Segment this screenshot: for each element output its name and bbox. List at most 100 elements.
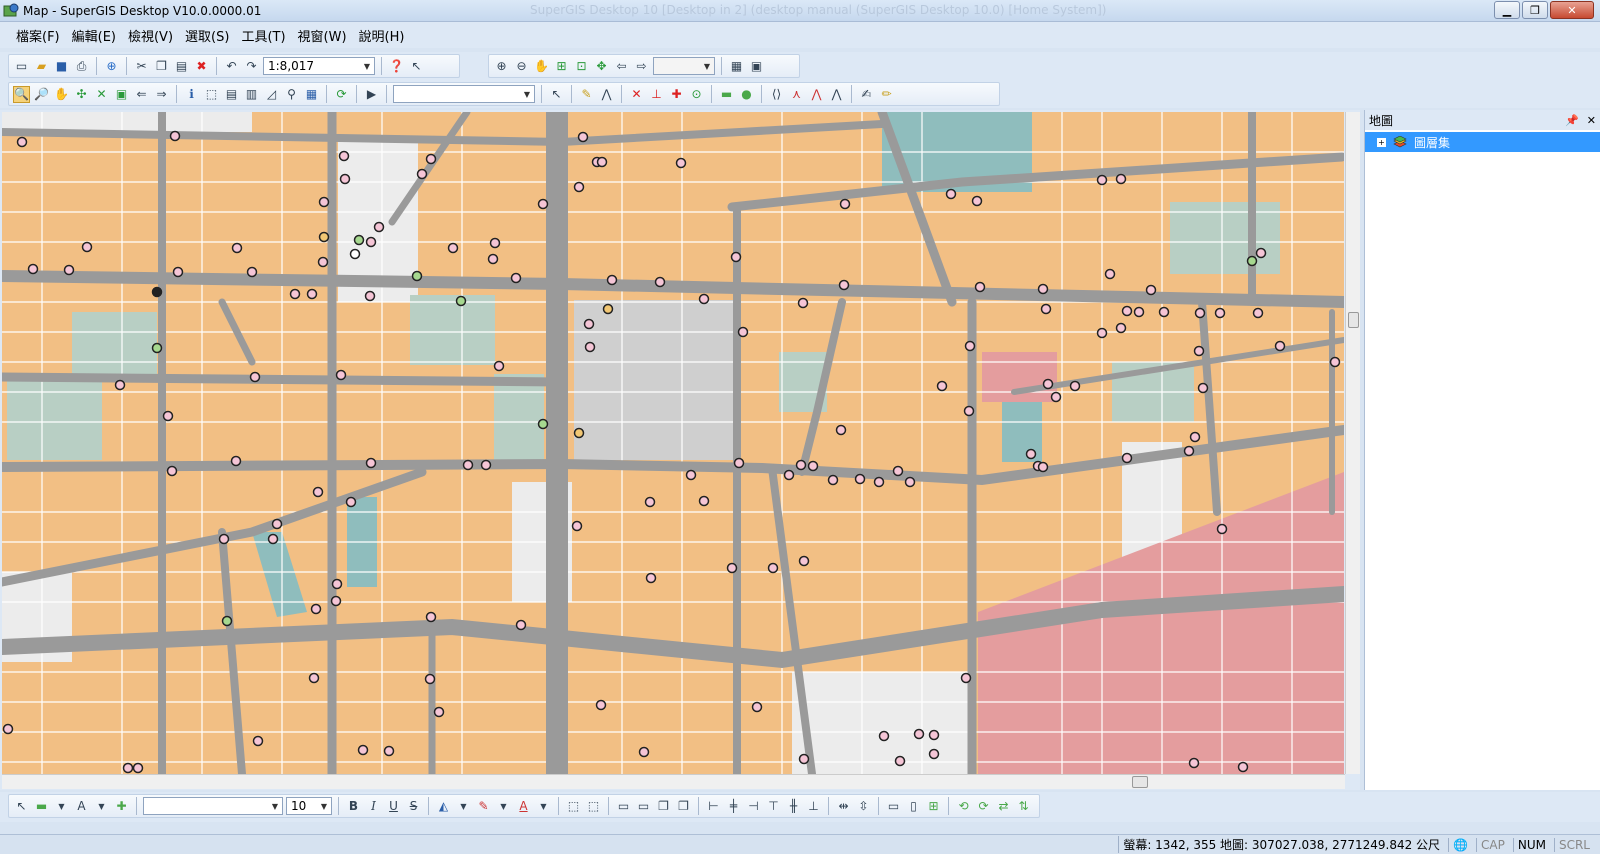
vertical-scrollbar[interactable] — [1345, 112, 1360, 774]
grid-icon[interactable]: ▦ — [303, 86, 320, 103]
scale-combo[interactable]: 1:8,017 ▼ — [263, 57, 375, 75]
measure-icon[interactable]: ◿ — [263, 86, 280, 103]
previous-extent-icon[interactable]: ⇦ — [613, 58, 630, 75]
horizontal-scrollbar[interactable] — [2, 774, 1345, 789]
forward-icon[interactable]: ⇒ — [153, 86, 170, 103]
align-top-icon[interactable]: ⊤ — [765, 798, 782, 815]
zoom-center-icon[interactable]: ✥ — [593, 58, 610, 75]
print-icon[interactable]: ⎙ — [73, 58, 90, 75]
align-right-icon[interactable]: ⊣ — [745, 798, 762, 815]
save-icon[interactable]: ■ — [53, 58, 70, 75]
perpendicular-icon[interactable]: ⊥ — [648, 86, 665, 103]
map-canvas[interactable] — [2, 112, 1344, 774]
ungroup-icon[interactable]: ⬚ — [585, 798, 602, 815]
same-height-icon[interactable]: ▯ — [905, 798, 922, 815]
menu-file[interactable]: 檔案(F) — [10, 26, 66, 45]
zoom-in-icon[interactable]: 🔍 — [13, 85, 30, 103]
zoom-out-fixed-icon[interactable]: ⊖ — [513, 58, 530, 75]
delete-vertex-icon[interactable]: ✕ — [628, 86, 645, 103]
fixed-zoom-icon[interactable]: ✕ — [93, 86, 110, 103]
pan-icon[interactable]: ✋ — [533, 58, 550, 75]
help-icon[interactable]: ❓ — [388, 58, 405, 75]
distribute-horizontal-icon[interactable]: ⇹ — [835, 798, 852, 815]
layer-group-item[interactable]: + 圖層集 — [1365, 132, 1600, 152]
align-left-icon[interactable]: ⊢ — [705, 798, 722, 815]
select-elements-icon[interactable]: ↖ — [13, 798, 30, 815]
attributes-icon[interactable]: ✍ — [858, 86, 875, 103]
whats-this-icon[interactable]: ↖ — [408, 58, 425, 75]
open-folder-icon[interactable]: ▰ — [33, 58, 50, 75]
menu-select[interactable]: 選取(S) — [179, 26, 235, 45]
select-feature-icon[interactable]: ⬚ — [203, 86, 220, 103]
back-icon[interactable]: ⇐ — [133, 86, 150, 103]
rotate-left-icon[interactable]: ⟲ — [955, 798, 972, 815]
add-data-icon[interactable]: ⊕ — [103, 58, 120, 75]
reshape-icon[interactable]: ⋏ — [788, 86, 805, 103]
align-middle-icon[interactable]: ╫ — [785, 798, 802, 815]
add-vertex-icon[interactable]: ✚ — [668, 86, 685, 103]
link-icon[interactable]: ⚲ — [283, 86, 300, 103]
zoom-in-fixed-icon[interactable]: ⊕ — [493, 58, 510, 75]
italic-button[interactable]: I — [365, 798, 382, 815]
new-text-icon[interactable]: ✚ — [113, 798, 130, 815]
bold-button[interactable]: B — [345, 798, 362, 815]
new-document-icon[interactable]: ▭ — [13, 58, 30, 75]
menu-help[interactable]: 說明(H) — [353, 26, 411, 45]
send-backward-icon[interactable]: ❐ — [675, 798, 692, 815]
edit-tool-icon[interactable]: ↖ — [548, 86, 565, 103]
menu-window[interactable]: 視窗(W) — [292, 26, 353, 45]
strikethrough-button[interactable]: S — [405, 798, 422, 815]
rectangle-icon[interactable]: ▬ — [718, 86, 735, 103]
paste-icon[interactable]: ▤ — [173, 58, 190, 75]
vertex-icon[interactable]: ⋀ — [598, 86, 615, 103]
undo-icon[interactable]: ↶ — [223, 58, 240, 75]
underline-button[interactable]: U — [385, 798, 402, 815]
font-name-combo[interactable]: ▼ — [143, 797, 283, 815]
horizontal-scroll-thumb[interactable] — [1132, 776, 1148, 788]
vertical-scroll-thumb[interactable] — [1348, 312, 1359, 328]
menu-edit[interactable]: 編輯(E) — [66, 26, 122, 45]
snap-icon[interactable]: ⊙ — [688, 86, 705, 103]
panel-close-icon[interactable]: ✕ — [1587, 114, 1596, 127]
chevron-down-icon[interactable]: ▼ — [93, 798, 110, 815]
zoom-combo[interactable]: ▼ — [653, 57, 715, 75]
send-back-icon[interactable]: ▭ — [635, 798, 652, 815]
chevron-down-icon[interactable]: ▼ — [495, 798, 512, 815]
redo-icon[interactable]: ↷ — [243, 58, 260, 75]
menu-tools[interactable]: 工具(T) — [235, 26, 291, 45]
zoom-layer-icon[interactable]: ⊡ — [573, 58, 590, 75]
zoom-out-icon[interactable]: 🔎 — [33, 86, 50, 103]
full-extent-icon[interactable]: ✣ — [73, 86, 90, 103]
cut-icon[interactable]: ✂ — [133, 58, 150, 75]
identify-icon[interactable]: ℹ — [183, 86, 200, 103]
line-color-icon[interactable]: ✎ — [475, 798, 492, 815]
align-center-icon[interactable]: ╪ — [725, 798, 742, 815]
edit-pencil-icon[interactable]: ✏ — [878, 86, 895, 103]
magnifier-window-icon[interactable]: ▣ — [748, 58, 765, 75]
bring-front-icon[interactable]: ▭ — [615, 798, 632, 815]
font-size-combo[interactable]: 10 ▼ — [286, 797, 332, 815]
zoom-full-icon[interactable]: ⊞ — [553, 58, 570, 75]
group-icon[interactable]: ⬚ — [565, 798, 582, 815]
chevron-down-icon[interactable]: ▼ — [455, 798, 472, 815]
flip-vertical-icon[interactable]: ⇅ — [1015, 798, 1032, 815]
movie-icon[interactable]: ▶ — [363, 86, 380, 103]
union-icon[interactable]: ⋀ — [828, 86, 845, 103]
pin-icon[interactable]: 📌 — [1565, 114, 1579, 127]
text-tool-icon[interactable]: A — [73, 798, 90, 815]
attribute-table-icon[interactable]: ▤ — [223, 86, 240, 103]
maximize-button[interactable]: ❐ — [1522, 1, 1548, 19]
same-width-icon[interactable]: ▭ — [885, 798, 902, 815]
pan-hand-icon[interactable]: ✋ — [53, 86, 70, 103]
same-size-icon[interactable]: ⊞ — [925, 798, 942, 815]
zoom-selected-icon[interactable]: ▣ — [113, 86, 130, 103]
close-button[interactable]: ✕ — [1550, 1, 1594, 19]
align-bottom-icon[interactable]: ⊥ — [805, 798, 822, 815]
expand-icon[interactable]: + — [1377, 137, 1386, 147]
draw-rectangle-icon[interactable]: ▬ — [33, 798, 50, 815]
rotate-right-icon[interactable]: ⟳ — [975, 798, 992, 815]
next-extent-icon[interactable]: ⇨ — [633, 58, 650, 75]
menu-view[interactable]: 檢視(V) — [122, 26, 179, 45]
circle-icon[interactable]: ● — [738, 86, 755, 103]
distribute-vertical-icon[interactable]: ⇳ — [855, 798, 872, 815]
